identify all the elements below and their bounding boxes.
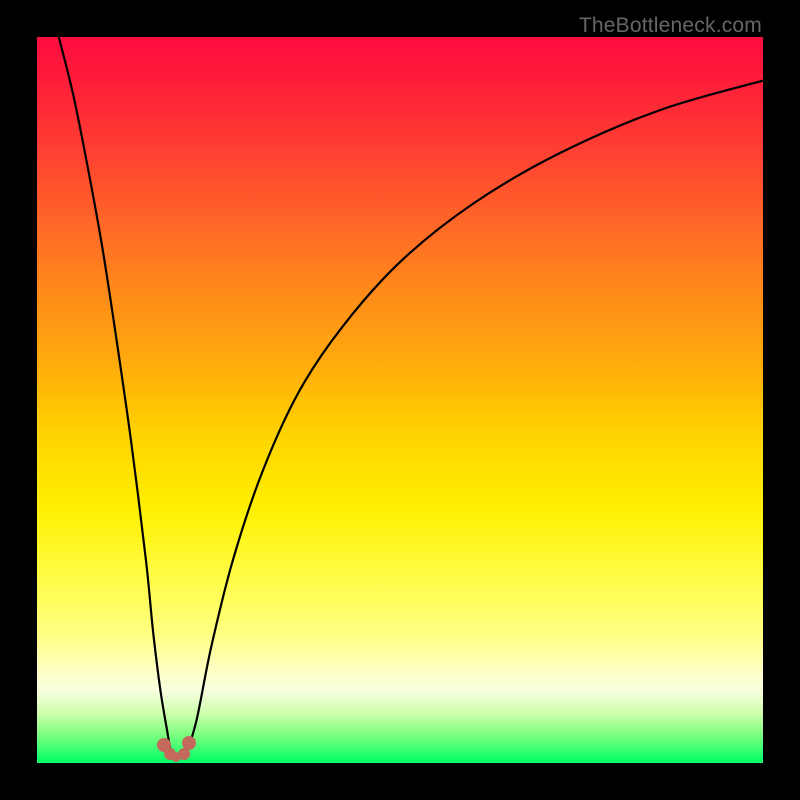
data-point — [182, 736, 196, 750]
watermark-text: TheBottleneck.com — [579, 14, 762, 38]
optimal-points — [37, 37, 763, 763]
